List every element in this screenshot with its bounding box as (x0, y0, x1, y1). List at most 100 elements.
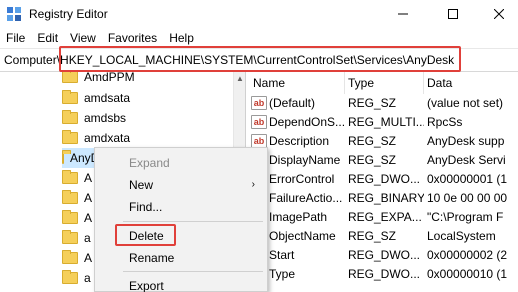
folder-icon (62, 170, 78, 184)
value-name: (Default) (269, 96, 316, 110)
tree-item[interactable]: A (62, 248, 92, 268)
string-value-icon: ab (251, 96, 267, 110)
value-name: FailureActio... (269, 191, 343, 205)
value-type: REG_DWO... (348, 267, 421, 281)
tree-item-label: a (84, 231, 91, 245)
value-row[interactable]: ab DependOnS... REG_MULTI... RpcSs (249, 113, 518, 132)
folder-icon (62, 190, 78, 204)
menu-separator (123, 221, 263, 222)
value-data: LocalSystem (427, 229, 496, 243)
menu-item-export[interactable]: Export (95, 275, 267, 292)
value-data: (value not set) (427, 96, 504, 110)
value-name: Start (269, 248, 295, 262)
menu-item-expand[interactable]: Expand (95, 152, 267, 174)
value-data: 0x00000002 (2 (427, 248, 508, 262)
tree-item[interactable]: a (62, 268, 91, 288)
column-header-data[interactable]: Data (427, 72, 452, 94)
value-row[interactable]: abDisplayNameREG_SZAnyDesk Servi (249, 151, 518, 170)
folder-icon (62, 210, 78, 224)
value-data: 10 0e 00 00 00 (427, 191, 508, 205)
menu-item-rename[interactable]: Rename (95, 247, 267, 269)
menu-item-new-label: New (129, 178, 154, 192)
context-menu: Expand New › Find... Delete Rename Export (94, 147, 268, 292)
column-header-type[interactable]: Type (348, 72, 374, 94)
tree-item-label: A (84, 191, 93, 205)
value-name: Type (269, 267, 296, 281)
tree-item-label: amdsbs (84, 111, 127, 125)
menu-view[interactable]: View (64, 28, 102, 48)
minimize-icon (398, 13, 408, 15)
value-type: REG_SZ (348, 96, 397, 110)
value-row[interactable]: abImagePathREG_EXPA..."C:\Program F (249, 208, 518, 227)
value-row[interactable]: abObjectNameREG_SZLocalSystem (249, 227, 518, 246)
value-type: REG_EXPA... (348, 210, 422, 224)
tree-item-label: amdxata (84, 131, 131, 145)
string-value-icon: ab (251, 134, 267, 148)
menu-favorites[interactable]: Favorites (102, 28, 163, 48)
value-name: Description (269, 134, 330, 148)
value-row[interactable]: ab (Default) REG_SZ (value not set) (249, 94, 518, 113)
minimize-button[interactable] (380, 0, 426, 28)
value-row[interactable]: ab Description REG_SZ AnyDesk supp (249, 132, 518, 151)
menu-item-new[interactable]: New › (95, 174, 267, 196)
value-name: ErrorControl (269, 172, 335, 186)
value-name: DependOnS... (269, 115, 345, 129)
registry-icon (7, 7, 21, 21)
value-type: REG_DWO... (348, 172, 421, 186)
maximize-icon (448, 9, 458, 19)
value-row[interactable]: 01ErrorControlREG_DWO...0x00000001 (1 (249, 170, 518, 189)
values-list: Name Type Data ab (Default) REG_SZ (value n… (249, 72, 518, 292)
value-name: ObjectName (269, 229, 336, 243)
menu-item-find[interactable]: Find... (95, 196, 267, 218)
folder-icon (62, 130, 78, 144)
submenu-arrow-icon: › (251, 179, 255, 190)
column-header-name[interactable]: Name (253, 72, 285, 94)
folder-icon (62, 72, 78, 83)
value-data: 0x00000001 (1 (427, 172, 508, 186)
tree-item-label: AmdPPM (84, 72, 135, 84)
close-icon (494, 9, 504, 19)
menu-bar: File Edit View Favorites Help (0, 28, 518, 48)
folder-icon (62, 150, 71, 164)
value-type: REG_SZ (348, 153, 397, 167)
value-type: REG_SZ (348, 134, 397, 148)
address-prefix: Computer\ (4, 53, 61, 67)
value-row[interactable]: 01TypeREG_DWO...0x00000010 (1 (249, 265, 518, 284)
maximize-button[interactable] (430, 0, 476, 28)
tree-item[interactable]: A (62, 208, 92, 228)
string-value-icon: ab (251, 115, 267, 129)
tree-item[interactable]: a (62, 228, 91, 248)
delete-highlight-box (115, 224, 176, 246)
value-type: REG_SZ (348, 229, 397, 243)
value-type: REG_BINARY (348, 191, 424, 205)
value-data: RpcSs (427, 115, 463, 129)
value-row[interactable]: 01FailureActio...REG_BINARY10 0e 00 00 0… (249, 189, 518, 208)
value-data: AnyDesk Servi (427, 153, 506, 167)
tree-item-amdxata[interactable]: amdxata (62, 128, 130, 148)
window-title: Registry Editor (29, 7, 108, 21)
value-name: ImagePath (269, 210, 328, 224)
column-divider[interactable] (344, 72, 345, 94)
folder-icon (62, 270, 78, 284)
tree-item-label: A (84, 211, 93, 225)
tree-item-label: amdsata (84, 91, 131, 105)
value-data: AnyDesk supp (427, 134, 505, 148)
tree-item[interactable]: A (62, 168, 92, 188)
tree-item-amdsata[interactable]: amdsata (62, 88, 130, 108)
menu-help[interactable]: Help (163, 28, 200, 48)
tree-item-label: A (84, 171, 93, 185)
tree-item-amdppm[interactable]: AmdPPM (62, 72, 135, 87)
folder-icon (62, 250, 78, 264)
folder-icon (62, 90, 78, 104)
tree-item-label: A (84, 251, 93, 265)
close-button[interactable] (476, 0, 518, 28)
menu-edit[interactable]: Edit (31, 28, 64, 48)
tree-item[interactable]: A (62, 188, 92, 208)
tree-item-amdsbs[interactable]: amdsbs (62, 108, 126, 128)
column-divider[interactable] (423, 72, 424, 94)
folder-icon (62, 110, 78, 124)
value-row[interactable]: 01StartREG_DWO...0x00000002 (2 (249, 246, 518, 265)
menu-file[interactable]: File (0, 28, 31, 48)
title-bar: Registry Editor (0, 0, 518, 28)
value-data: 0x00000010 (1 (427, 267, 508, 281)
